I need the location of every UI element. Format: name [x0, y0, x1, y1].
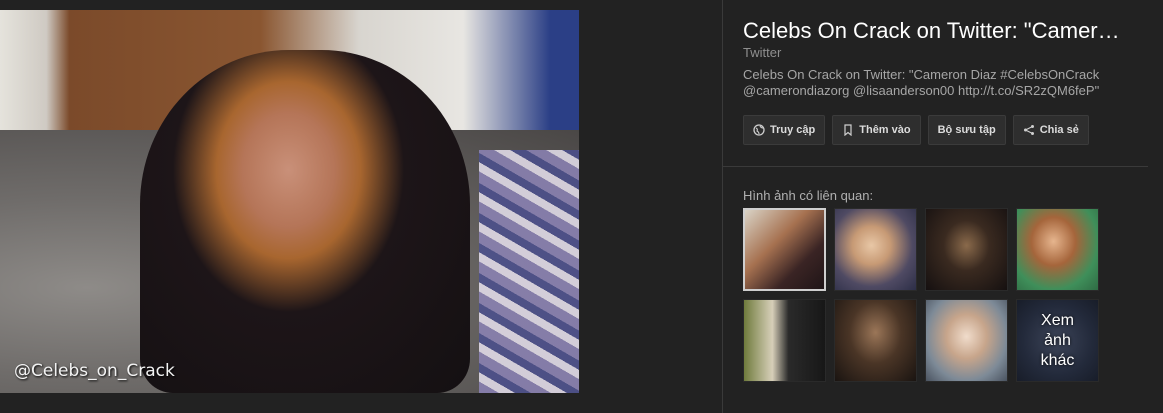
- related-thumbnail[interactable]: [743, 208, 826, 291]
- image-watermark: @Celebs_on_Crack: [14, 361, 175, 381]
- related-thumbnail[interactable]: [925, 208, 1008, 291]
- related-images-label: Hình ảnh có liên quan:: [743, 188, 874, 203]
- result-source[interactable]: Twitter: [743, 45, 781, 60]
- related-thumbnail[interactable]: [743, 299, 826, 382]
- share-button-label: Chia sẻ: [1039, 124, 1079, 136]
- result-description: Celebs On Crack on Twitter: "Cameron Dia…: [743, 67, 1100, 98]
- related-thumbnail[interactable]: [1016, 208, 1099, 291]
- collection-button-label: Bộ sưu tập: [937, 124, 996, 136]
- more-images-button[interactable]: Xem ảnh khác: [1016, 299, 1099, 382]
- globe-icon: [753, 124, 765, 136]
- image-person: [140, 50, 470, 393]
- more-images-label: Xem ảnh khác: [1040, 311, 1075, 369]
- share-button[interactable]: Chia sẻ: [1012, 115, 1089, 145]
- related-thumbnail[interactable]: [834, 208, 917, 291]
- related-thumbnail[interactable]: [925, 299, 1008, 382]
- bookmark-icon: [844, 124, 852, 136]
- panel-divider: [723, 166, 1148, 167]
- save-button[interactable]: Thêm vào: [832, 115, 921, 145]
- result-title[interactable]: Celebs On Crack on Twitter: "Camer…: [743, 18, 1128, 44]
- image-fabric: [479, 150, 579, 393]
- collection-button[interactable]: Bộ sưu tập: [927, 115, 1006, 145]
- related-thumbnail[interactable]: [834, 299, 917, 382]
- main-image[interactable]: @Celebs_on_Crack: [0, 10, 579, 393]
- share-icon: [1023, 125, 1034, 135]
- save-button-label: Thêm vào: [859, 124, 911, 136]
- image-viewer: @Celebs_on_Crack Celebs On Crack on Twit…: [0, 0, 1163, 413]
- related-images-grid: Xem ảnh khác: [743, 208, 1099, 382]
- visit-button-label: Truy cập: [770, 124, 816, 136]
- visit-button[interactable]: Truy cập: [743, 115, 826, 145]
- action-bar: Truy cập Thêm vào Bộ sưu tập Chia sẻ: [743, 115, 1089, 145]
- details-panel: Celebs On Crack on Twitter: "Camer… Twit…: [722, 0, 1148, 413]
